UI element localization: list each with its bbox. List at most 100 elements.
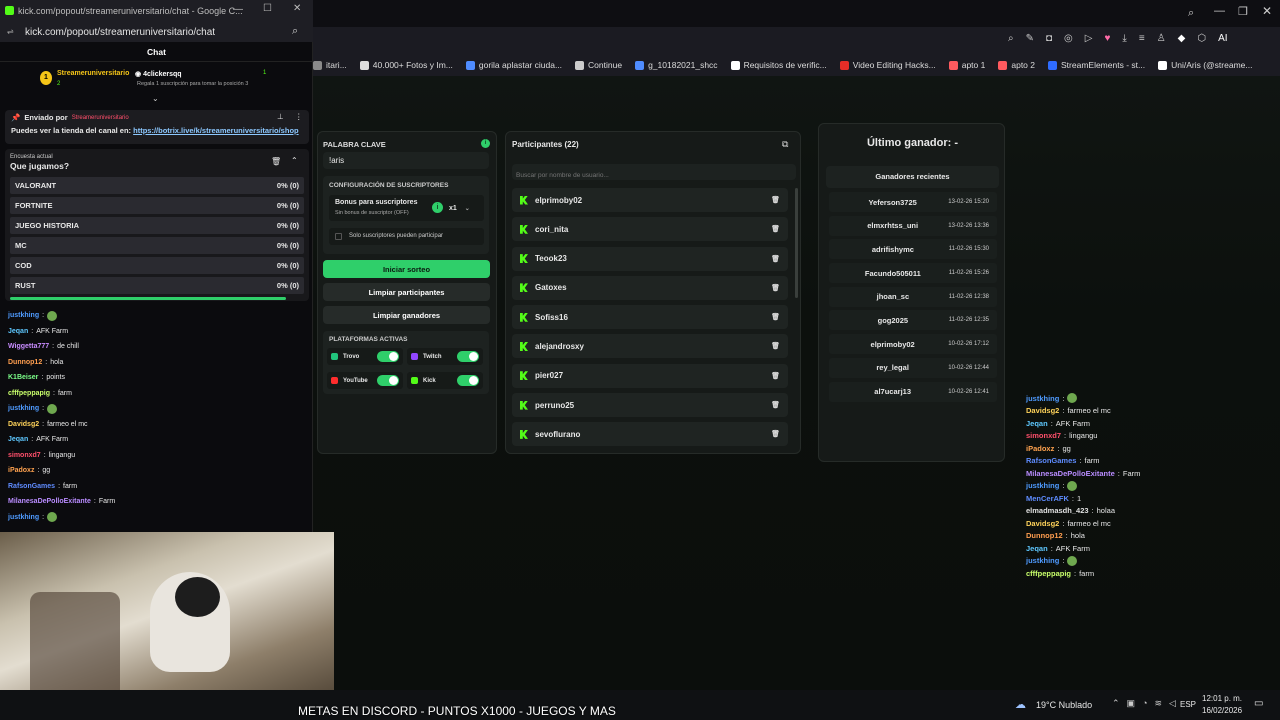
pinned-link[interactable]: https://botrix.live/k/streameruniversita… <box>133 126 298 135</box>
platform-toggle-row[interactable]: Kick <box>407 372 483 389</box>
chat-username[interactable]: Davidsg2 <box>1026 406 1059 415</box>
clear-participants-button[interactable]: Limpiar participantes <box>323 283 490 301</box>
profile-icon[interactable]: ♙ <box>1157 33 1166 44</box>
multiplier-select[interactable]: x1 ⌄ <box>449 201 479 215</box>
volume-icon[interactable]: ◁ <box>1169 698 1176 709</box>
bookmark-item[interactable]: apto 1 <box>948 60 985 70</box>
platform-toggle-row[interactable]: Twitch <box>407 348 483 365</box>
participant-row[interactable]: pier027 🗑 <box>512 363 788 388</box>
chat-username[interactable]: cfffpeppapig <box>8 390 50 397</box>
poll-option[interactable]: VALORANT 0% (0) <box>10 177 304 194</box>
participant-row[interactable]: elprimoby02 🗑 <box>512 188 788 212</box>
more-options-icon[interactable]: ⋮ <box>295 112 303 121</box>
bookmark-item[interactable]: apto 2 <box>998 60 1035 70</box>
chat-username[interactable]: RafsonGames <box>8 483 55 490</box>
zoom-icon[interactable]: ⌕ <box>292 25 298 38</box>
trash-icon[interactable]: 🗑 <box>771 225 780 233</box>
trash-icon[interactable]: 🗑 <box>771 196 780 204</box>
trash-icon[interactable]: 🗑 <box>771 284 780 292</box>
chevron-down-icon[interactable]: ⌄ <box>152 94 159 103</box>
trash-icon[interactable]: 🗑 <box>771 430 780 438</box>
search-icon[interactable]: ⌕ <box>1008 33 1014 44</box>
chat-username[interactable]: K1Beiser <box>8 374 38 381</box>
clock-time[interactable]: 12:01 p. m. <box>1202 694 1242 703</box>
bonus-info-icon[interactable]: i <box>432 202 443 213</box>
bookmark-item[interactable]: Uni/Aris (@streame... <box>1158 60 1252 70</box>
edit-icon[interactable]: ✎ <box>1026 33 1034 44</box>
maximize-icon[interactable]: ☐ <box>263 3 272 14</box>
shield-icon[interactable]: ◎ <box>1064 33 1073 44</box>
chat-username[interactable]: justkhing <box>8 514 39 521</box>
chat-username[interactable]: Davidsg2 <box>1026 519 1059 528</box>
chat-username[interactable]: Jeqan <box>1026 419 1048 428</box>
pin-toggle-icon[interactable]: ⊥ <box>277 112 284 121</box>
search-icon[interactable]: ⌕ <box>1188 7 1194 20</box>
chat-username[interactable]: justkhing <box>1026 481 1059 490</box>
chat-username[interactable]: Dunnop12 <box>1026 531 1063 540</box>
platform-toggle[interactable] <box>377 351 399 362</box>
extension-icon[interactable]: ⬡ <box>1197 33 1206 44</box>
poll-option[interactable]: RUST 0% (0) <box>10 277 304 294</box>
chat-username[interactable]: Wiggetta777 <box>8 343 49 350</box>
participant-row[interactable]: sevoflurano 🗑 <box>512 422 788 447</box>
participant-row[interactable]: alejandrosxy 🗑 <box>512 334 788 359</box>
heart-icon[interactable]: ♥ <box>1104 33 1110 44</box>
chat-username[interactable]: simonxd7 <box>8 452 41 459</box>
close-icon[interactable]: ✕ <box>293 3 301 14</box>
chat-username[interactable]: MilanesaDePolloExitante <box>8 498 91 505</box>
play-icon[interactable]: ▷ <box>1085 33 1093 44</box>
trash-icon[interactable]: 🗑 <box>771 372 780 380</box>
chat-url-bar[interactable]: ⇌ kick.com/popout/streameruniversitario/… <box>0 22 313 42</box>
ai-icon[interactable]: AI <box>1218 33 1227 44</box>
participant-row[interactable]: Gatoxes 🗑 <box>512 275 788 300</box>
only-subs-checkbox[interactable] <box>335 233 342 240</box>
participant-search-input[interactable] <box>512 164 796 184</box>
participant-row[interactable]: perruno25 🗑 <box>512 393 788 418</box>
trash-icon[interactable]: 🗑 <box>771 255 780 263</box>
chevron-up-icon[interactable]: ⌃ <box>291 156 298 165</box>
trash-icon[interactable]: 🗑 <box>271 157 281 166</box>
only-subs-row[interactable]: Solo suscriptores pueden participar <box>329 228 484 245</box>
trash-icon[interactable]: 🗑 <box>771 401 780 409</box>
participant-search-field[interactable] <box>512 167 782 184</box>
copy-icon[interactable]: ⧉ <box>782 139 788 150</box>
network-icon[interactable]: ◔ <box>1142 698 1147 709</box>
download-icon[interactable]: ⤓ <box>1122 33 1126 44</box>
keyword-input[interactable]: !aris <box>323 152 489 169</box>
participants-scrollbar[interactable] <box>795 188 798 298</box>
notifications-icon[interactable]: ▭ <box>1254 698 1263 709</box>
diamond-icon[interactable]: ◆ <box>1178 33 1186 44</box>
bookmark-item[interactable]: Requisitos de verific... <box>730 60 827 70</box>
info-icon[interactable]: i <box>481 139 490 148</box>
chat-username[interactable]: Jeqan <box>1026 544 1048 553</box>
participant-row[interactable]: cori_nita 🗑 <box>512 217 788 242</box>
chat-username[interactable]: justkhing <box>1026 556 1059 565</box>
platform-toggle[interactable] <box>457 351 479 362</box>
camera-icon[interactable]: ◘ <box>1046 33 1052 44</box>
chat-username[interactable]: Davidsg2 <box>8 421 39 428</box>
platform-toggle[interactable] <box>377 375 399 386</box>
chat-username[interactable]: MenCerAFK <box>1026 494 1069 503</box>
language-indicator[interactable]: ESP <box>1180 700 1196 709</box>
chat-username[interactable]: iPadoxz <box>1026 444 1054 453</box>
chevron-up-icon[interactable]: ⌃ <box>1112 698 1120 709</box>
clear-winners-button[interactable]: Limpiar ganadores <box>323 306 490 324</box>
minimize-icon[interactable]: — <box>233 4 243 15</box>
chat-username[interactable]: elmadmasdh_423 <box>1026 506 1089 515</box>
chat-username[interactable]: MilanesaDePolloExitante <box>1026 469 1115 478</box>
participant-row[interactable]: Teook23 🗑 <box>512 246 788 271</box>
chat-username[interactable]: justkhing <box>1026 394 1059 403</box>
chat-username[interactable]: Jeqan <box>8 328 28 335</box>
weather-text[interactable]: 19°C Nublado <box>1036 700 1092 710</box>
maximize-icon[interactable]: ❐ <box>1238 5 1248 18</box>
chat-username[interactable]: justkhing <box>8 312 39 319</box>
poll-option[interactable]: JUEGO HISTORIA 0% (0) <box>10 217 304 234</box>
bookmark-item[interactable]: g_10182021_shcc <box>635 60 718 70</box>
trash-icon[interactable]: 🗑 <box>771 313 780 321</box>
chat-username[interactable]: cfffpeppapig <box>1026 569 1071 578</box>
chat-username[interactable]: Jeqan <box>8 436 28 443</box>
poll-option[interactable]: FORTNITE 0% (0) <box>10 197 304 214</box>
poll-option[interactable]: MC 0% (0) <box>10 237 304 254</box>
chat-username[interactable]: simonxd7 <box>1026 431 1061 440</box>
minimize-icon[interactable]: — <box>1214 5 1225 17</box>
